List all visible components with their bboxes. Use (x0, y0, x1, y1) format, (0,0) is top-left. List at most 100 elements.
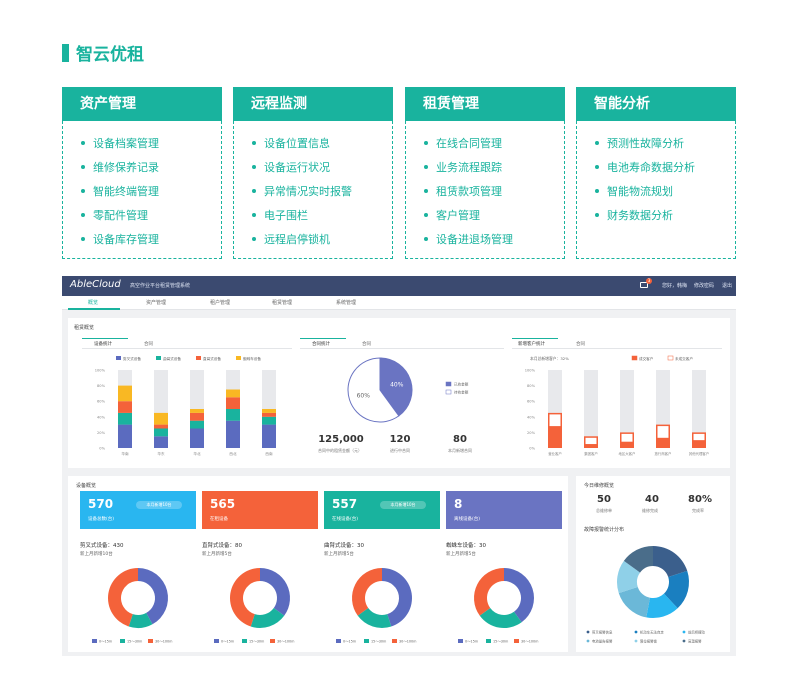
tab-contract-stats[interactable]: 合同统计 (312, 341, 330, 347)
active-tab-indicator (512, 338, 558, 339)
type-title: 剪叉式设备：430 (80, 543, 124, 549)
bullet-icon (424, 141, 428, 145)
list-item: 设备档案管理 (63, 131, 221, 155)
bar (190, 428, 204, 448)
active-tab-indicator (300, 338, 346, 339)
stat-value: 557 (332, 497, 358, 511)
list-item: 预测性故障分析 (577, 131, 735, 155)
user-greeting[interactable]: 您好，韩梅 (662, 282, 687, 289)
bar (226, 409, 240, 421)
legend-swatch (336, 639, 341, 643)
bar (118, 401, 132, 413)
tab-divider (512, 348, 722, 349)
type-title: 曲臂式设备：30 (324, 543, 364, 549)
legend-swatch (631, 355, 638, 361)
bar (262, 424, 276, 448)
today-repair-panel: 今日维修概览 50 总维修单 40 维修完成 80% 完成率 故障报警统计分布 … (576, 476, 730, 652)
bar (118, 424, 132, 448)
card-title: 智能分析 (576, 87, 736, 121)
list-item: 设备库存管理 (63, 227, 221, 251)
contract-pie-chart: 40% 60% 已收金额待收金额 (347, 357, 469, 423)
legend-label: 电池量告报警 (592, 639, 613, 644)
legend-label: 机动车无法自走 (640, 630, 664, 635)
bullet-icon (595, 213, 599, 217)
stat-value: 565 (210, 497, 236, 511)
logout-link[interactable]: 退出 (722, 282, 732, 289)
change-password-link[interactable]: 修改密码 (694, 282, 714, 289)
bullet-icon (595, 165, 599, 169)
bar (585, 437, 597, 445)
tab-tenants[interactable]: 租户管理 (210, 299, 230, 306)
tab-leases[interactable]: 租赁管理 (272, 299, 292, 306)
type-subtitle: 新上月新增10台 (80, 552, 113, 557)
panel-title: 租赁概览 (74, 325, 95, 331)
chart-header: 本月总新增客户：32% (530, 356, 569, 361)
bullet-icon (252, 141, 256, 145)
legend-dot (586, 630, 590, 634)
bar (657, 426, 669, 438)
legend-label: 0～15m (343, 640, 357, 644)
y-tick-label: 80% (97, 384, 106, 388)
bar (154, 424, 168, 429)
stat-label: 离线设备(台) (454, 517, 481, 522)
bullet-icon (81, 237, 85, 241)
list-item: 租赁款项管理 (406, 179, 564, 203)
y-tick-label: 40% (527, 415, 536, 419)
stat-value: 8 (454, 497, 463, 511)
main-nav: 概览 资产管理 租户管理 租赁管理 系统管理 (62, 296, 736, 310)
list-item: 异常情况实时报警 (234, 179, 392, 203)
legend-dot (634, 630, 638, 634)
y-tick-label: 60% (97, 400, 106, 404)
legend-label: 30～100m (399, 640, 417, 644)
type-subtitle: 新上月新增5台 (324, 552, 354, 557)
legend-label: 成交客户 (639, 356, 654, 361)
tab-device-stats[interactable]: 设备统计 (94, 341, 112, 347)
card-title: 资产管理 (62, 87, 222, 121)
bullet-icon (252, 237, 256, 241)
bullet-icon (81, 189, 85, 193)
y-tick-label: 0% (529, 447, 535, 451)
legend-dot (586, 639, 590, 643)
lease-overview-panel: 租赁概览 设备统计 合同 剪叉式设备 曲臂式设备 直臂式设备 蜘蛛车设备 0% 20% 40… (68, 318, 730, 468)
legend-label: 15～30m (371, 640, 387, 644)
tab-assets[interactable]: 资产管理 (146, 299, 166, 306)
legend-label: 15～30m (249, 640, 265, 644)
bar (154, 412, 168, 425)
x-tick-label: 华南 (121, 451, 129, 456)
legend-label: 15～30m (127, 640, 143, 644)
list-item: 电池寿命数据分析 (577, 155, 735, 179)
page-title: 智云优租 (76, 45, 144, 65)
card-asset-management: 资产管理 设备档案管理 维修保养记录 智能终端管理 零配件管理 设备库存管理 (62, 87, 222, 259)
legend-label: 30～100m (521, 640, 539, 644)
legend-swatch (120, 639, 125, 643)
legend-label: 0～15m (465, 640, 479, 644)
list-item: 智能终端管理 (63, 179, 221, 203)
tab-customer-stats[interactable]: 新增客户统计 (518, 341, 545, 347)
bullet-icon (252, 189, 256, 193)
tab-contract[interactable]: 合同 (144, 341, 153, 347)
title-accent-bar (62, 44, 69, 62)
bar (154, 436, 168, 448)
stat-value: 50 (597, 494, 611, 505)
device-stats-chart: 剪叉式设备 曲臂式设备 直臂式设备 蜘蛛车设备 0% 20% 40% 60% 80% 100% 华南… (95, 356, 276, 456)
tab-system[interactable]: 系统管理 (336, 299, 356, 306)
y-tick-label: 20% (527, 431, 536, 435)
list-item: 设备运行状况 (234, 155, 392, 179)
donut-slice (352, 568, 382, 616)
panel-title: 设备概览 (76, 483, 97, 489)
legend-swatch (196, 356, 201, 360)
stat-label: 合同中的租赁金额（元） (318, 448, 362, 453)
straight-boom-donut-chart: 0～15m 15～30m 30～100m (214, 568, 295, 644)
legend-swatch (148, 639, 153, 643)
bar (226, 420, 240, 448)
tab-contract[interactable]: 合同 (576, 341, 585, 347)
tab-contract[interactable]: 合同 (362, 341, 371, 347)
bar (262, 416, 276, 425)
legend-swatch (214, 639, 219, 643)
legend-swatch (445, 389, 452, 395)
stat-total-devices: 570 设备总数(台) 本月新增10台 (80, 491, 196, 529)
card-list: 设备位置信息 设备运行状况 异常情况实时报警 电子围栏 远程启停锁机 (233, 121, 393, 259)
list-item: 业务流程跟踪 (406, 155, 564, 179)
app-logo: AbleCloud (70, 279, 121, 290)
tab-overview[interactable]: 概览 (88, 299, 98, 306)
